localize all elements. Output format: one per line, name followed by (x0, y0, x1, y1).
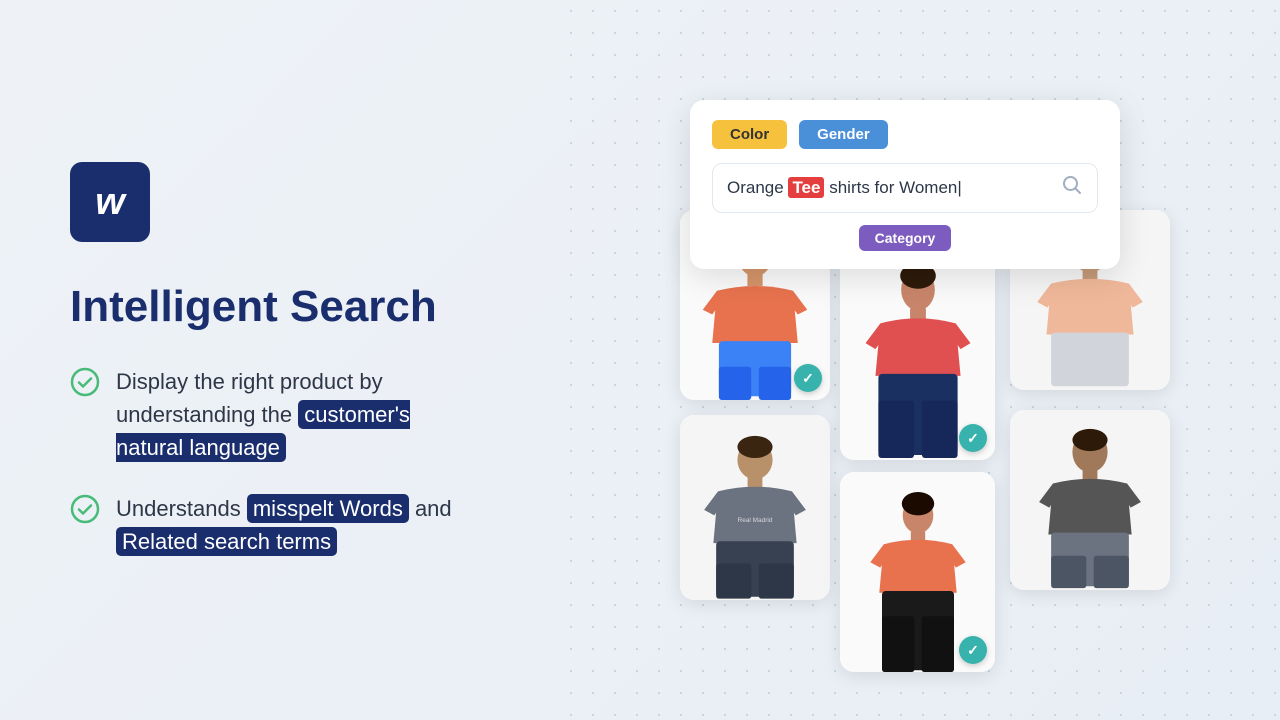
product-card-2: ✓ (840, 240, 995, 460)
filter-tags: Color Gender (712, 120, 1098, 149)
logo-wrap: w (70, 162, 500, 242)
bullet-item-1: Display the right product by understandi… (70, 365, 500, 464)
product-card-4: Real Madrid (680, 415, 830, 600)
search-query: Orange Tee shirts for Women| (727, 178, 1053, 198)
page-title: Intelligent Search (70, 282, 500, 333)
highlight-related-search-terms: Related search terms (116, 527, 337, 556)
page: w Intelligent Search Display the right p… (0, 0, 1280, 720)
logo-letter: w (95, 183, 125, 221)
check-badge-5: ✓ (959, 636, 987, 664)
logo-box: w (70, 162, 150, 242)
highlight-customers-natural-language: customer'snatural language (116, 400, 410, 462)
right-panel: Color Gender Orange Tee shirts for Women… (560, 0, 1280, 720)
check-badge-1: ✓ (794, 364, 822, 392)
product-image-6 (1010, 410, 1170, 590)
product-grid: ✓ (680, 210, 1170, 640)
bullet-list: Display the right product by understandi… (70, 365, 500, 558)
check-circle-icon-1 (70, 367, 100, 397)
category-filter-tag[interactable]: Category (859, 225, 952, 251)
gender-filter-tag[interactable]: Gender (799, 120, 888, 149)
bullet-item-2: Understands misspelt Words andRelated se… (70, 492, 500, 558)
search-card: Color Gender Orange Tee shirts for Women… (690, 100, 1120, 269)
bullet-text-1: Display the right product by understandi… (116, 365, 500, 464)
check-badge-2: ✓ (959, 424, 987, 452)
product-image-4: Real Madrid (680, 415, 830, 600)
left-panel: w Intelligent Search Display the right p… (0, 102, 560, 618)
highlight-misspelt-words: misspelt Words (247, 494, 409, 523)
product-card-6 (1010, 410, 1170, 590)
mock-container: Color Gender Orange Tee shirts for Women… (680, 70, 1160, 650)
color-filter-tag[interactable]: Color (712, 120, 787, 149)
svg-text:Real Madrid: Real Madrid (738, 516, 773, 523)
product-card-5: ✓ (840, 472, 995, 672)
category-tag-row: Category (712, 225, 1098, 251)
search-bar[interactable]: Orange Tee shirts for Women| (712, 163, 1098, 213)
misspelt-highlight: Tee (788, 177, 824, 198)
check-circle-icon-2 (70, 494, 100, 524)
bullet-text-2: Understands misspelt Words andRelated se… (116, 492, 452, 558)
search-icon[interactable] (1061, 174, 1083, 202)
